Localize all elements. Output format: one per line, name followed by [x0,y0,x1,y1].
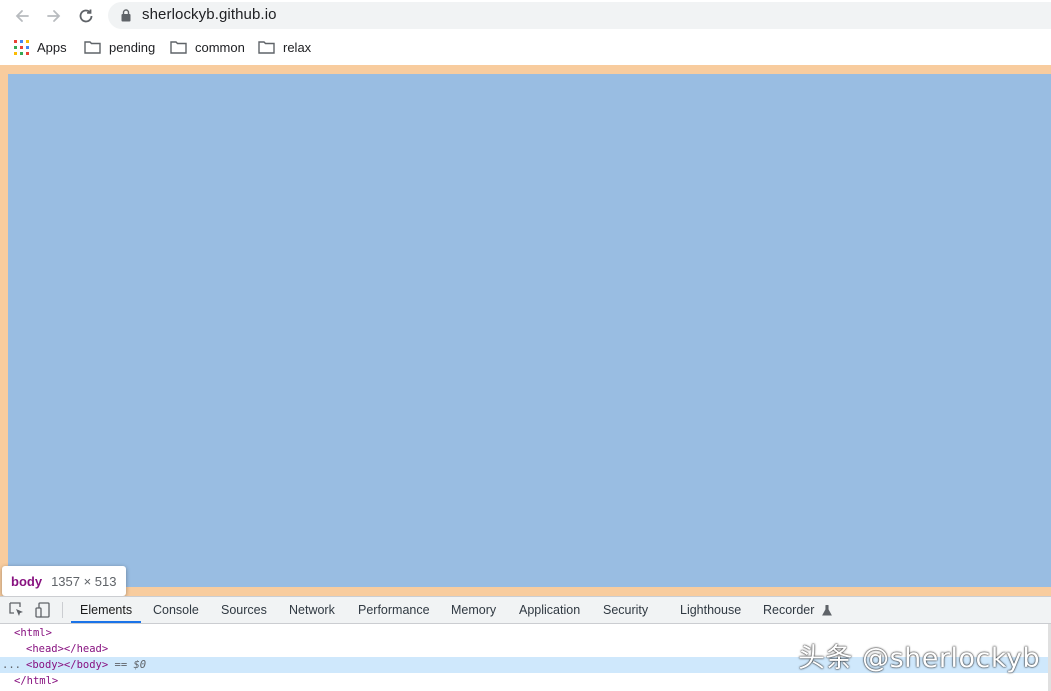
apps-grid-icon [14,39,29,55]
tab-label: Elements [80,603,133,617]
bookmark-common[interactable]: common [170,32,245,62]
device-toolbar-icon[interactable] [34,601,52,619]
tab-label: Console [153,603,199,617]
bookmark-label: common [195,39,245,55]
bookmarks-bar: Apps pending common relax [0,32,1051,64]
bookmark-label: Apps [37,39,67,55]
tab-console[interactable]: Console [153,597,199,623]
tab-label: Sources [221,603,267,617]
forward-button[interactable] [42,4,66,28]
dom-tag-text: </html> [14,675,59,687]
node-actions-ellipsis[interactable]: ... [2,657,21,673]
tab-elements[interactable]: Elements [71,597,142,623]
tooltip-tag-name: body [11,573,43,589]
inspect-element-icon[interactable] [8,601,26,619]
bookmark-apps[interactable]: Apps [14,32,67,62]
arrow-right-icon [47,10,61,22]
watermark-text: 头条 @sherlockyb [798,643,1041,674]
flask-icon [821,605,832,616]
tab-label: Performance [358,603,430,617]
tab-recorder[interactable]: Recorder [763,597,832,623]
page-viewport[interactable] [0,65,1051,596]
tab-label: Memory [451,603,497,617]
tab-memory[interactable]: Memory [451,597,496,623]
tab-label: Lighthouse [680,603,742,617]
dom-tag-text: <body></body> [26,659,109,671]
dom-tag-text: <head></head> [26,643,109,655]
tab-label: Application [519,603,581,617]
lock-icon[interactable] [120,8,132,22]
reload-button[interactable] [74,4,98,28]
tab-label: Network [289,603,335,617]
back-button[interactable] [10,4,34,28]
tab-lighthouse[interactable]: Lighthouse [680,597,741,623]
devtools-tab-bar: Elements Console Sources Network Perform… [0,597,1051,624]
tab-application[interactable]: Application [519,597,580,623]
toolbar-divider [62,602,63,618]
bookmark-label: relax [283,39,312,55]
address-bar[interactable]: sherlockyb.github.io [108,2,1051,29]
inspector-tooltip: body 1357 × 513 [2,566,126,596]
tab-sources[interactable]: Sources [221,597,267,623]
browser-toolbar: sherlockyb.github.io [0,0,1051,32]
reload-icon [79,9,93,23]
tab-security[interactable]: Security [603,597,648,623]
folder-icon [84,41,101,54]
folder-icon [258,41,275,54]
selected-node-marker: == $0 [114,659,147,671]
bookmark-pending[interactable]: pending [84,32,155,62]
tab-performance[interactable]: Performance [358,597,430,623]
tab-network[interactable]: Network [289,597,335,623]
tab-label: Recorder [763,603,815,617]
folder-icon [170,41,187,54]
tab-label: Security [603,603,649,617]
arrow-left-icon [15,10,29,22]
tooltip-dimensions: 1357 × 513 [51,573,117,589]
bookmark-label: pending [109,39,156,55]
body-content-highlight[interactable] [8,74,1051,587]
url-text[interactable]: sherlockyb.github.io [142,6,277,23]
dom-tag-text: <html> [14,627,52,639]
dom-node-html-close[interactable]: </html> [0,673,1051,689]
bookmark-relax[interactable]: relax [258,32,311,62]
